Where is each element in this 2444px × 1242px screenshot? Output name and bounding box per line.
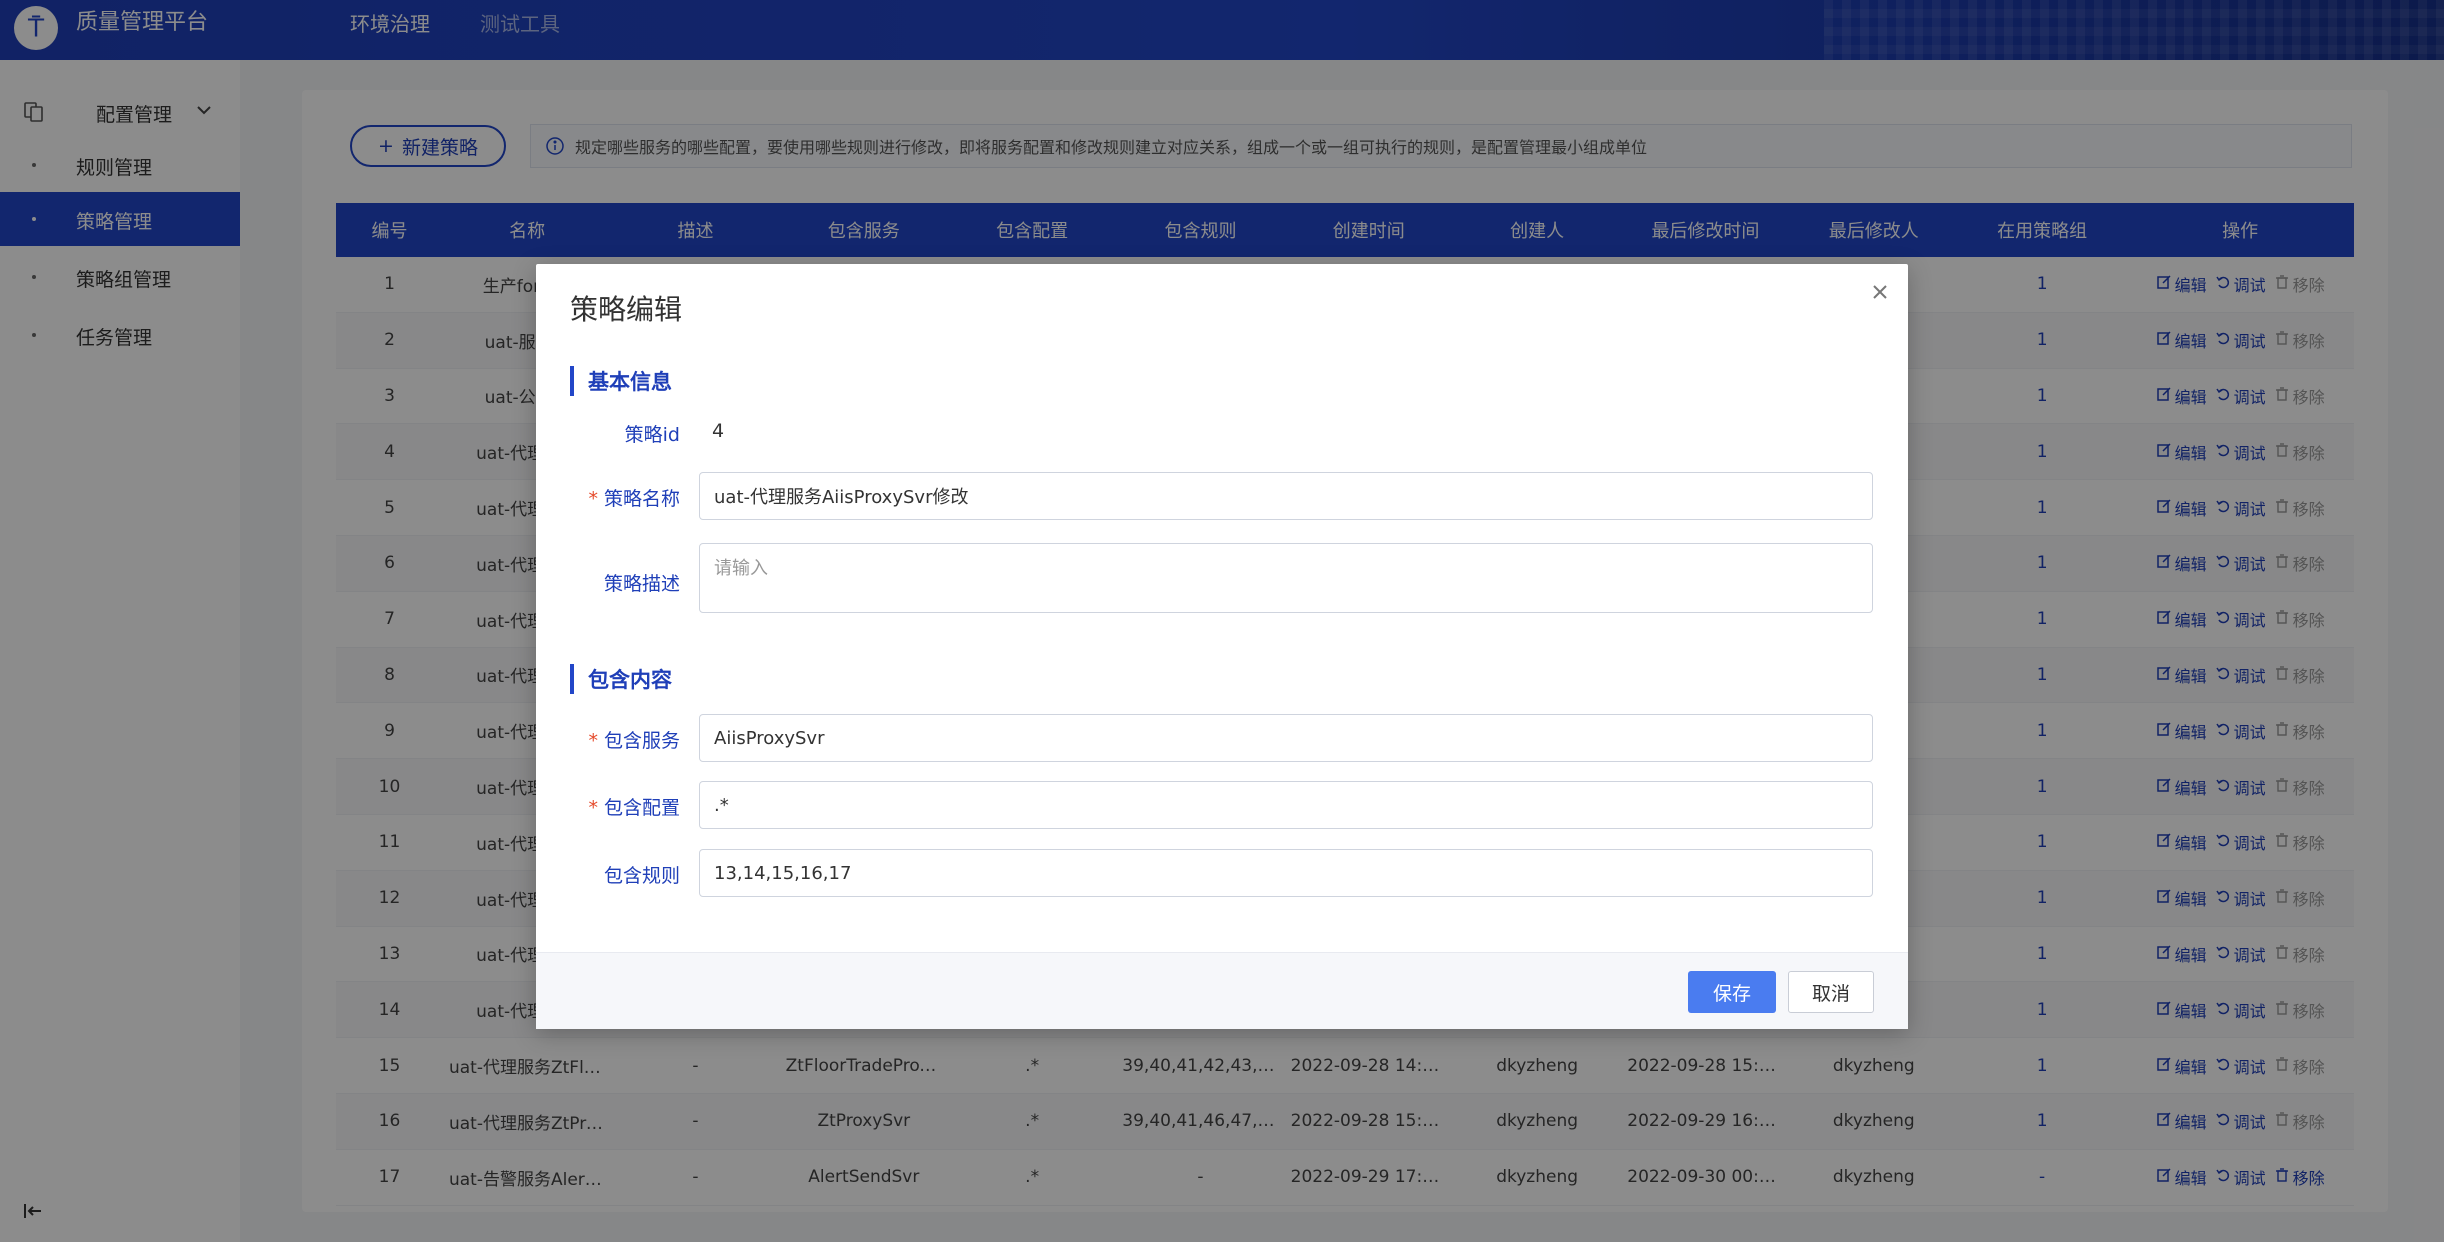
- section-bar: [570, 366, 574, 396]
- service-label: * 包含服务: [588, 730, 680, 752]
- section-basic-info: 基本信息: [570, 366, 672, 396]
- cancel-button[interactable]: 取消: [1788, 971, 1874, 1013]
- rule-label: 包含规则: [603, 865, 680, 887]
- desc-input[interactable]: [699, 543, 1873, 613]
- desc-label: 策略描述: [603, 573, 680, 595]
- service-input[interactable]: [699, 714, 1873, 762]
- config-input[interactable]: [699, 781, 1873, 829]
- name-label: * 策略名称: [588, 488, 680, 510]
- close-icon[interactable]: [1868, 280, 1892, 304]
- section-bar: [570, 664, 574, 694]
- rule-input[interactable]: [699, 849, 1873, 897]
- strategy-edit-modal: 策略编辑 基本信息 策略id 4 *策略名称 策略描述 包含内容 *包含服务 *…: [536, 264, 1908, 1029]
- config-label: * 包含配置: [588, 797, 680, 819]
- id-value: 4: [712, 420, 725, 442]
- section-title: 包含内容: [588, 668, 672, 692]
- section-content: 包含内容: [570, 664, 672, 694]
- id-label: 策略id: [624, 424, 680, 446]
- save-button[interactable]: 保存: [1688, 971, 1776, 1013]
- modal-footer: 保存 取消: [536, 952, 1908, 1029]
- modal-title: 策略编辑: [570, 293, 683, 326]
- section-title: 基本信息: [588, 370, 672, 394]
- name-input[interactable]: [699, 472, 1873, 520]
